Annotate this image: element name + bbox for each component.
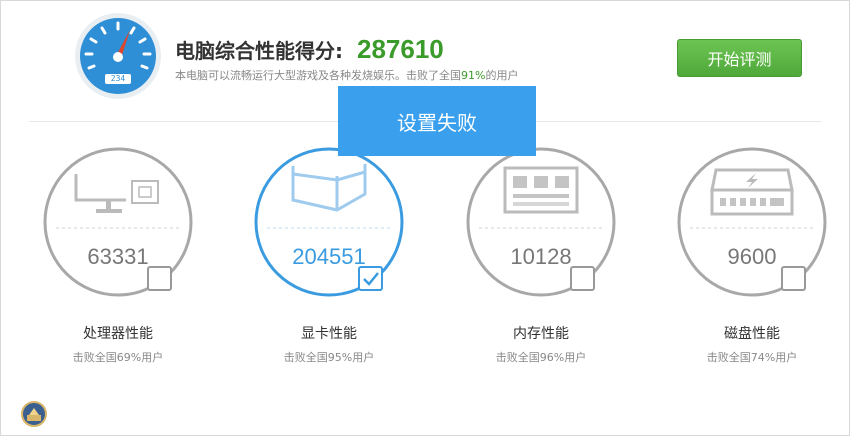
score-subtitle: 本电脑可以流畅运行大型游戏及各种发烧娱乐。击败了全国91%的用户 xyxy=(175,67,518,83)
hard-disk-icon xyxy=(710,168,794,216)
start-benchmark-button[interactable]: 开始评测 xyxy=(677,39,802,77)
error-toast: 设置失败 xyxy=(338,86,536,156)
gpu-checkbox[interactable] xyxy=(358,266,383,291)
cpu-checkbox[interactable] xyxy=(147,266,172,291)
memory-chip-icon xyxy=(503,166,579,214)
gpu-rank: 击败全国95%用户 xyxy=(283,351,375,364)
disk-label: 磁盘性能 xyxy=(724,326,780,342)
gauge-readout: 234 xyxy=(110,74,126,83)
cpu-rank: 击败全国69%用户 xyxy=(72,351,164,364)
gpu-card[interactable]: 204551 显卡性能 击败全国95%用户 xyxy=(246,146,426,366)
subtitle-prefix: 本电脑可以流畅运行大型游戏及各种发烧娱乐。击败了全国 xyxy=(175,69,461,82)
memory-label: 内存性能 xyxy=(513,326,569,342)
disk-checkbox[interactable] xyxy=(781,266,806,291)
memory-checkbox[interactable] xyxy=(570,266,595,291)
cpu-card[interactable]: 63331 处理器性能 击败全国69%用户 xyxy=(35,146,215,366)
checkmark-icon xyxy=(363,272,379,286)
cpu-label: 处理器性能 xyxy=(83,326,153,342)
speedometer-icon: 234 xyxy=(74,12,162,100)
total-score: 287610 xyxy=(357,34,444,64)
app-window: 234 电脑综合性能得分: 287610 本电脑可以流畅运行大型游戏及各种发烧娱… xyxy=(0,0,850,436)
disk-card[interactable]: 9600 磁盘性能 击败全国74%用户 xyxy=(669,146,849,366)
disk-rank: 击败全国74%用户 xyxy=(706,351,798,364)
memory-card[interactable]: 10128 内存性能 击败全国96%用户 xyxy=(458,146,638,366)
gpu-label: 显卡性能 xyxy=(301,326,357,342)
page-title: 电脑综合性能得分: xyxy=(175,39,343,63)
app-logo-icon[interactable] xyxy=(21,401,47,427)
subtitle-suffix: 的用户 xyxy=(485,69,519,82)
score-heading: 电脑综合性能得分: 287610 xyxy=(175,34,444,65)
memory-rank: 击败全国96%用户 xyxy=(495,351,587,364)
subtitle-percent: 91% xyxy=(461,69,486,82)
